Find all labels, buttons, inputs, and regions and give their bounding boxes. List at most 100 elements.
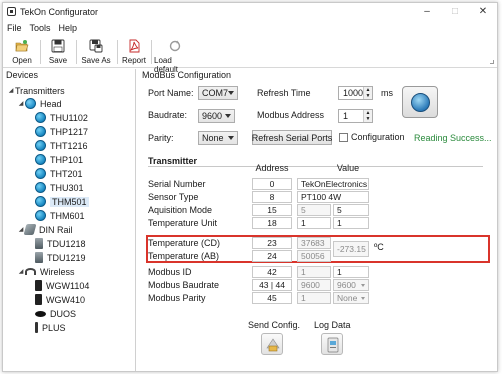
modbus-title: ModBus Configuration (142, 70, 232, 80)
load-default-button[interactable]: Load default (154, 36, 196, 74)
thermometer-icon (35, 126, 46, 137)
close-button[interactable]: ✕ (469, 3, 497, 20)
tree-item-tdu1219[interactable]: TDU1219 (35, 251, 86, 264)
value-input[interactable]: 1 (333, 266, 369, 278)
value-select[interactable]: None (333, 292, 369, 304)
send-config-button[interactable] (261, 333, 283, 355)
save-as-button[interactable]: Save As (80, 36, 112, 68)
save-as-icon (89, 39, 103, 53)
port-select[interactable]: COM7 (198, 86, 238, 100)
tree-item-thu1102[interactable]: THU1102 (35, 111, 88, 124)
spin-buttons[interactable]: ▲ ▼ (363, 87, 372, 99)
chevron-down-icon (228, 136, 234, 140)
tree-label: TDU1218 (47, 238, 86, 249)
modbus-address-input[interactable]: 1 ▲ ▼ (338, 109, 373, 123)
address-cell: 8 (252, 191, 292, 203)
temperature-value-cell: -273.15 (333, 241, 369, 257)
tree-label: Wireless (40, 266, 75, 277)
tree-label: THU1102 (50, 112, 88, 123)
port-value: COM7 (202, 88, 229, 98)
tree-item-head[interactable]: ◢ Head (17, 97, 62, 110)
tree-item-tht1216[interactable]: THT1216 (35, 139, 88, 152)
raw-value-cell: 5 (297, 204, 331, 216)
tree-item-wireless[interactable]: ◢ Wireless (17, 265, 75, 278)
tree-item-plus[interactable]: PLUS (35, 321, 66, 334)
window-controls: – □ ✕ (413, 3, 497, 20)
tree-item-wgw1104[interactable]: WGW1104 (35, 279, 89, 292)
address-cell: 43 | 44 (252, 279, 292, 291)
app-window: TekOn Configurator – □ ✕ File Tools Help… (2, 2, 498, 372)
modbus-address-label: Modbus Address (257, 110, 325, 120)
window-title: TekOn Configurator (20, 6, 99, 17)
tree-item-tht201[interactable]: THT201 (35, 167, 83, 180)
save-as-label: Save As (81, 56, 111, 65)
section-divider (148, 166, 483, 167)
menu-tools[interactable]: Tools (26, 23, 55, 33)
row-label: Serial Number (148, 179, 206, 189)
tree-item-duos[interactable]: DUOS (35, 307, 76, 320)
save-button[interactable]: Save (45, 36, 71, 68)
reset-icon (168, 39, 182, 53)
tree-item-thm601[interactable]: THM601 (35, 209, 85, 222)
din-module-icon (35, 238, 43, 249)
address-cell: 0 (252, 178, 292, 190)
tree-item-thm501[interactable]: THM501 (35, 195, 89, 208)
chevron-down-icon (228, 91, 234, 95)
open-button[interactable]: Open (9, 36, 35, 68)
parity-select[interactable]: None (198, 131, 238, 145)
value-text: 5 (337, 205, 342, 215)
configuration-checkbox[interactable]: Configuration (339, 132, 405, 142)
tree-item-din-rail[interactable]: ◢ DIN Rail (17, 223, 73, 236)
row-label: Modbus Baudrate (148, 280, 220, 290)
raw-value-cell: 37683 (297, 237, 331, 249)
menu-file[interactable]: File (3, 23, 26, 33)
tree-label: THU301 (50, 182, 84, 193)
tree-label: Transmitters (15, 85, 65, 96)
minimize-button[interactable]: – (413, 3, 441, 20)
collapse-icon[interactable]: ◢ (17, 268, 25, 275)
toolbar-separator (151, 40, 152, 64)
value-input[interactable]: 1 (333, 217, 369, 229)
refresh-time-input[interactable]: 1000 ▲ ▼ (338, 86, 373, 100)
tree-item-thp1217[interactable]: THP1217 (35, 125, 88, 138)
open-label: Open (12, 56, 32, 65)
log-data-button[interactable] (321, 333, 343, 355)
tree-item-thp101[interactable]: THP101 (35, 153, 83, 166)
refresh-serial-ports-button[interactable]: Refresh Serial Ports (252, 130, 332, 145)
tree-label: THM601 (50, 210, 85, 221)
collapse-icon[interactable]: ◢ (17, 100, 25, 107)
spin-down-icon[interactable]: ▼ (364, 116, 372, 122)
checkbox-box[interactable] (339, 132, 348, 142)
baud-value: 9600 (202, 111, 223, 121)
value-text: None (337, 293, 358, 303)
tree-label: WGW1104 (46, 280, 90, 291)
menu-help[interactable]: Help (55, 23, 82, 33)
spin-buttons[interactable]: ▲ ▼ (363, 110, 372, 122)
plug-icon (411, 93, 430, 112)
tree-item-transmitters[interactable]: ◢ Transmitters (7, 84, 65, 97)
connect-button[interactable] (402, 86, 438, 118)
column-header-address: Address (255, 163, 289, 173)
save-icon (51, 39, 65, 53)
tree-item-tdu1218[interactable]: TDU1218 (35, 237, 86, 250)
baud-select[interactable]: 9600 (198, 109, 235, 123)
report-button[interactable]: Report (121, 36, 147, 68)
address-cell: 15 (252, 204, 292, 216)
value-text: 9600 (337, 280, 356, 290)
maximize-button[interactable]: □ (441, 3, 469, 20)
value-input[interactable]: 5 (333, 204, 369, 216)
tree-item-wgw410[interactable]: WGW410 (35, 293, 85, 306)
baud-label: Baudrate: (148, 110, 188, 120)
tree-label: DIN Rail (39, 224, 73, 235)
modbus-address-value: 1 (343, 111, 349, 121)
raw-value-cell: 9600 (297, 279, 331, 291)
din-rail-icon (23, 224, 37, 235)
value-select[interactable]: 9600 (333, 279, 369, 291)
tree-item-thu301[interactable]: THU301 (35, 181, 84, 194)
toolbar-separator (40, 40, 41, 64)
gateway-icon (35, 294, 42, 305)
toolbar-separator (117, 40, 118, 64)
spin-down-icon[interactable]: ▼ (364, 93, 372, 99)
chevron-down-icon (361, 284, 365, 287)
collapse-icon[interactable]: ◢ (7, 87, 15, 94)
